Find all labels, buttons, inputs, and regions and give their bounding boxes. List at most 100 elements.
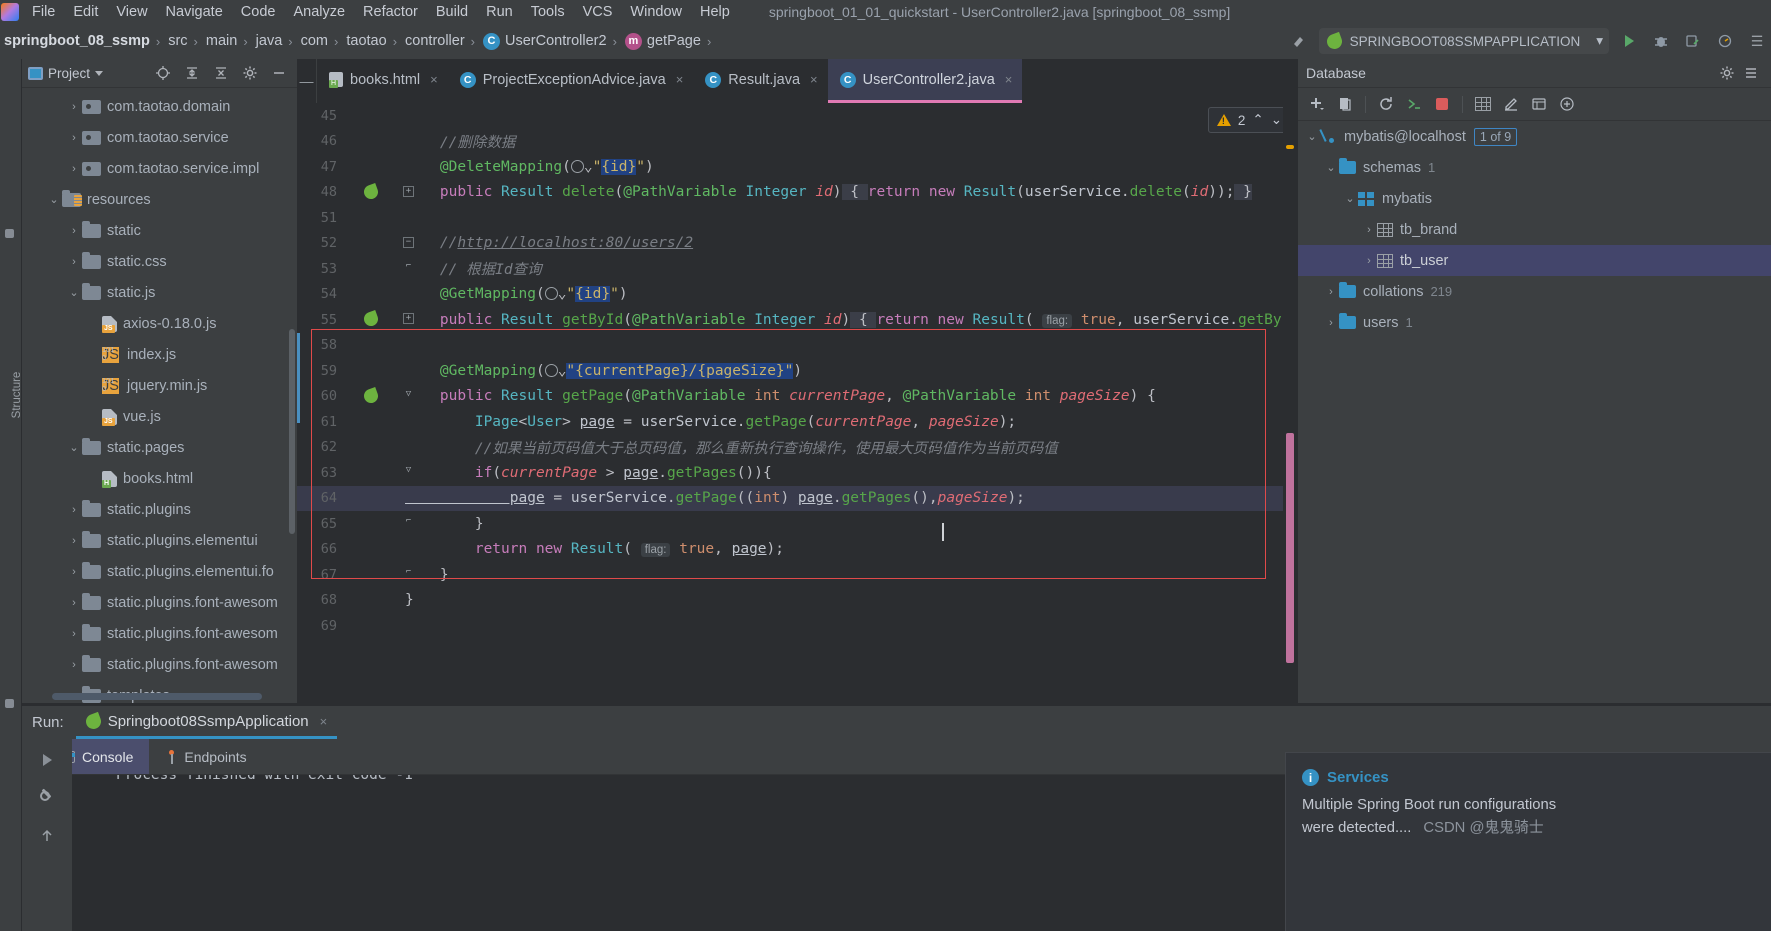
settings-gear-icon[interactable] [1715, 61, 1739, 85]
database-tree-item[interactable]: ⌄ mybatis@localhost 1 of 9 [1298, 121, 1771, 152]
project-tree-item[interactable]: › static.plugins [22, 494, 297, 525]
editor-tab-usercontroller2[interactable]: C UserController2.java × [827, 59, 1023, 103]
connection-badge[interactable]: 1 of 9 [1473, 127, 1518, 146]
editor-tab-result[interactable]: C Result.java × [693, 59, 827, 103]
breadcrumb-item-usercontroller2[interactable]: C UserController2 [479, 32, 609, 50]
gutter-icons[interactable]: ⌐ [341, 511, 411, 537]
profiler-icon[interactable] [1713, 29, 1737, 53]
menu-item-help[interactable]: Help [691, 4, 739, 20]
gutter-icons[interactable]: ⌐ [341, 256, 411, 282]
database-tree-item[interactable]: › tb_brand [1298, 214, 1771, 245]
menu-item-run[interactable]: Run [477, 4, 522, 20]
database-tree-item[interactable]: › users 1 [1298, 307, 1771, 338]
code-editor[interactable]: 45 46 //删除数据 47 @DeleteMapping(⌄"{id}") … [297, 103, 1297, 703]
chevron-down-icon[interactable]: ▾ [1596, 33, 1603, 49]
gutter-icons[interactable]: − [341, 231, 414, 257]
more-options-icon[interactable] [1554, 92, 1580, 116]
build-hammer-icon[interactable] [1287, 29, 1311, 53]
breadcrumb-item-getpage[interactable]: m getPage [621, 32, 703, 50]
breadcrumb-item-main[interactable]: main [202, 33, 239, 49]
warning-marker[interactable] [1286, 145, 1294, 149]
add-data-source-icon[interactable] [1304, 92, 1330, 116]
hide-panel-icon[interactable] [1739, 61, 1763, 85]
menu-item-build[interactable]: Build [427, 4, 477, 20]
project-tree-item[interactable]: › com.taotao.service.impl [22, 153, 297, 184]
project-tree-item[interactable]: JS axios-0.18.0.js [22, 308, 297, 339]
services-notification[interactable]: i Services Multiple Spring Boot run conf… [1285, 752, 1771, 931]
menu-item-refactor[interactable]: Refactor [354, 4, 427, 20]
project-tree-item[interactable]: › static.plugins.elementui [22, 525, 297, 556]
chevron-right-icon[interactable]: › [66, 225, 82, 237]
menu-item-view[interactable]: View [107, 4, 156, 20]
copy-icon[interactable] [1332, 92, 1358, 116]
breadcrumb-item-taotao[interactable]: taotao [342, 33, 388, 49]
chevron-down-icon[interactable]: ⌄ [66, 286, 82, 299]
menu-item-code[interactable]: Code [232, 4, 285, 20]
menu-item-vcs[interactable]: VCS [574, 4, 622, 20]
close-icon[interactable]: × [430, 72, 438, 87]
breadcrumb-item-controller[interactable]: controller [401, 33, 467, 49]
project-tree-item[interactable]: ⌄ resources [22, 184, 297, 215]
chevron-down-icon[interactable]: ⌄ [1304, 130, 1320, 143]
chevron-right-icon[interactable]: › [66, 597, 82, 609]
close-icon[interactable]: × [1005, 72, 1013, 87]
run-icon[interactable] [1617, 29, 1641, 53]
project-tree-item[interactable]: › static.plugins.font-awesom [22, 649, 297, 680]
scroll-up-icon[interactable] [30, 819, 64, 853]
chevron-right-icon[interactable]: › [1361, 224, 1377, 236]
chevron-down-icon[interactable]: ⌄ [66, 441, 82, 454]
gutter-icons[interactable]: ⌐ [341, 562, 411, 588]
menu-item-analyze[interactable]: Analyze [284, 4, 354, 20]
run-query-icon[interactable] [1401, 92, 1427, 116]
collapse-all-icon[interactable] [209, 61, 233, 85]
next-problem-icon[interactable]: ⌄ [1271, 112, 1282, 128]
chevron-right-icon[interactable]: › [1323, 317, 1339, 329]
changed-lines-marker[interactable] [1286, 433, 1294, 663]
hide-panel-icon[interactable] [267, 61, 291, 85]
project-tree-item[interactable]: › static.css [22, 246, 297, 277]
gutter-icons[interactable]: + [341, 180, 414, 206]
database-tree-item[interactable]: › collations 219 [1298, 276, 1771, 307]
chevron-right-icon[interactable]: › [66, 566, 82, 578]
project-tree-item[interactable]: › static [22, 215, 297, 246]
project-tree-item[interactable]: › static.plugins.font-awesom [22, 618, 297, 649]
editor-tab-books-html[interactable]: books.html × [317, 59, 448, 103]
spring-bean-icon[interactable] [362, 310, 380, 328]
stop-icon[interactable] [1429, 92, 1455, 116]
project-tree-item[interactable]: ⌄ static.pages [22, 432, 297, 463]
collapse-tabs-icon[interactable]: — [297, 59, 317, 103]
rerun-icon[interactable] [30, 743, 64, 777]
chevron-right-icon[interactable]: › [66, 628, 82, 640]
refresh-icon[interactable] [1373, 92, 1399, 116]
project-tree-item[interactable]: › com.taotao.service [22, 122, 297, 153]
data-extractor-icon[interactable] [1526, 92, 1552, 116]
settings-gear-icon[interactable] [238, 61, 262, 85]
expand-all-icon[interactable] [180, 61, 204, 85]
project-tree-item[interactable]: ⌄ static.js [22, 277, 297, 308]
editor-tab-projectexceptionadvice[interactable]: C ProjectExceptionAdvice.java × [448, 59, 694, 103]
project-horizontal-scrollbar[interactable] [52, 693, 262, 700]
table-icon[interactable] [1470, 92, 1496, 116]
wrench-icon[interactable] [30, 781, 64, 815]
menu-item-file[interactable]: File [23, 4, 64, 20]
locate-file-icon[interactable] [151, 61, 175, 85]
spring-bean-icon[interactable] [362, 182, 380, 201]
breadcrumb-item-com[interactable]: com [297, 33, 330, 49]
project-file-tree[interactable]: › com.taotao.domain › com.taotao.service › co… [22, 88, 297, 703]
modify-table-icon[interactable] [1498, 92, 1524, 116]
chevron-right-icon[interactable]: › [66, 256, 82, 268]
menu-item-window[interactable]: Window [621, 4, 691, 20]
inspection-widget[interactable]: 2 ⌃ ⌄ [1207, 107, 1291, 133]
chevron-right-icon[interactable]: › [66, 504, 82, 516]
chevron-down-icon[interactable]: ⌄ [1323, 161, 1339, 174]
chevron-right-icon[interactable]: › [66, 163, 82, 175]
menu-item-navigate[interactable]: Navigate [157, 4, 232, 20]
gutter-icons[interactable]: ▽ [341, 384, 411, 410]
project-tree-item[interactable]: › static.plugins.elementui.fo [22, 556, 297, 587]
tab-endpoints[interactable]: Endpoints [149, 739, 262, 774]
breadcrumb-item-src[interactable]: src [164, 33, 189, 49]
chevron-down-icon[interactable]: ⌄ [1342, 192, 1358, 205]
chevron-down-icon[interactable] [95, 70, 104, 76]
project-tree-item[interactable]: › com.taotao.domain [22, 91, 297, 122]
database-tree-item[interactable]: › tb_user [1298, 245, 1771, 276]
